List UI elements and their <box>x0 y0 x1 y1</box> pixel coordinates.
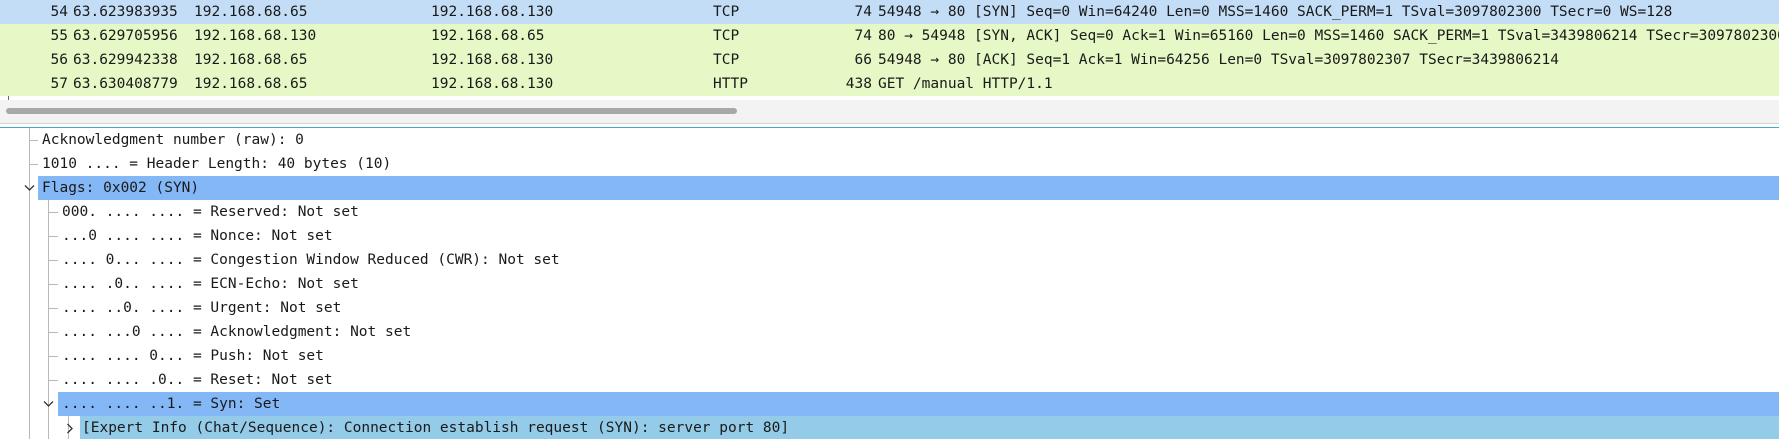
scrollbar-thumb[interactable] <box>6 108 737 114</box>
tree-item-flags[interactable]: Flags: 0x002 (SYN) <box>0 176 1779 200</box>
tree-item[interactable]: 000. .... .... = Reserved: Not set <box>0 200 1779 224</box>
tree-item[interactable]: .... ...0 .... = Acknowledgment: Not set <box>0 320 1779 344</box>
tree-item[interactable]: .... .0.. .... = ECN-Echo: Not set <box>0 272 1779 296</box>
packet-number: 54 <box>50 4 68 20</box>
tree-item-label: .... ..0. .... = Urgent: Not set <box>62 300 342 316</box>
packet-details-tree[interactable]: Acknowledgment number (raw): 0 1010 ....… <box>0 128 1779 439</box>
packet-destination: 192.168.68.130 <box>431 52 554 68</box>
tree-item[interactable]: .... 0... .... = Congestion Window Reduc… <box>0 248 1779 272</box>
packet-time: 63.629705956 <box>73 28 178 44</box>
tree-item-label: .... 0... .... = Congestion Window Reduc… <box>62 252 560 268</box>
tree-item-label: .... .0.. .... = ECN-Echo: Not set <box>62 276 359 292</box>
packet-destination: 192.168.68.130 <box>431 4 554 20</box>
packet-number: 57 <box>50 76 68 92</box>
packet-destination: 192.168.68.130 <box>431 76 554 92</box>
tree-item-label: Acknowledgment number (raw): 0 <box>42 132 304 148</box>
packet-length: 438 <box>845 76 872 92</box>
packet-info: GET /manual HTTP/1.1 <box>878 76 1053 92</box>
packet-row[interactable]: 54 63.623983935 192.168.68.65 192.168.68… <box>0 0 1779 24</box>
tree-item-expert-info[interactable]: [Expert Info (Chat/Sequence): Connection… <box>0 416 1779 439</box>
tree-item-syn[interactable]: .... .... ..1. = Syn: Set <box>0 392 1779 416</box>
packet-length: 74 <box>854 4 872 20</box>
tree-item-label: 1010 .... = Header Length: 40 bytes (10) <box>42 156 392 172</box>
tree-item-label: .... .... .0.. = Reset: Not set <box>62 372 333 388</box>
packet-time: 63.630408779 <box>73 76 178 92</box>
horizontal-scrollbar[interactable] <box>0 100 1779 124</box>
packet-protocol: TCP <box>713 28 740 44</box>
packet-destination: 192.168.68.65 <box>431 28 545 44</box>
tree-item-label: ...0 .... .... = Nonce: Not set <box>62 228 333 244</box>
packet-row[interactable]: 57 63.630408779 192.168.68.65 192.168.68… <box>0 72 1779 96</box>
tree-item[interactable]: .... .... .0.. = Reset: Not set <box>0 368 1779 392</box>
tree-item-label: .... .... ..1. = Syn: Set <box>58 392 1779 416</box>
packet-protocol: TCP <box>713 4 740 20</box>
packet-protocol: HTTP <box>713 76 748 92</box>
chevron-down-icon[interactable] <box>41 392 55 416</box>
tree-item-label: 000. .... .... = Reserved: Not set <box>62 204 359 220</box>
packet-time: 63.629942338 <box>73 52 178 68</box>
packet-source: 192.168.68.65 <box>194 52 308 68</box>
chevron-right-icon[interactable] <box>63 416 77 439</box>
tree-item[interactable]: .... .... 0... = Push: Not set <box>0 344 1779 368</box>
tree-item-label: .... ...0 .... = Acknowledgment: Not set <box>62 324 412 340</box>
tree-item-label: Flags: 0x002 (SYN) <box>38 176 1779 200</box>
packet-list[interactable]: 54 63.623983935 192.168.68.65 192.168.68… <box>0 0 1779 100</box>
packet-number: 55 <box>50 28 68 44</box>
packet-info: 54948 → 80 [SYN] Seq=0 Win=64240 Len=0 M… <box>878 4 1673 20</box>
packet-length: 66 <box>854 52 872 68</box>
tree-item-label: [Expert Info (Chat/Sequence): Connection… <box>80 416 1779 439</box>
tree-item-label: .... .... 0... = Push: Not set <box>62 348 324 364</box>
tree-item[interactable]: .... ..0. .... = Urgent: Not set <box>0 296 1779 320</box>
packet-source: 192.168.68.65 <box>194 4 308 20</box>
packet-protocol: TCP <box>713 52 740 68</box>
tree-item[interactable]: 1010 .... = Header Length: 40 bytes (10) <box>0 152 1779 176</box>
tree-item[interactable]: ...0 .... .... = Nonce: Not set <box>0 224 1779 248</box>
packet-info: 80 → 54948 [SYN, ACK] Seq=0 Ack=1 Win=65… <box>878 28 1779 44</box>
packet-time: 63.623983935 <box>73 4 178 20</box>
packet-source: 192.168.68.130 <box>194 28 317 44</box>
packet-row[interactable]: 56 63.629942338 192.168.68.65 192.168.68… <box>0 48 1779 72</box>
packet-row[interactable]: 55 63.629705956 192.168.68.130 192.168.6… <box>0 24 1779 48</box>
packet-info: 54948 → 80 [ACK] Seq=1 Ack=1 Win=64256 L… <box>878 52 1559 68</box>
packet-number: 56 <box>50 52 68 68</box>
tree-item[interactable]: Acknowledgment number (raw): 0 <box>0 128 1779 152</box>
packet-length: 74 <box>854 28 872 44</box>
packet-source: 192.168.68.65 <box>194 76 308 92</box>
chevron-down-icon[interactable] <box>22 176 36 200</box>
